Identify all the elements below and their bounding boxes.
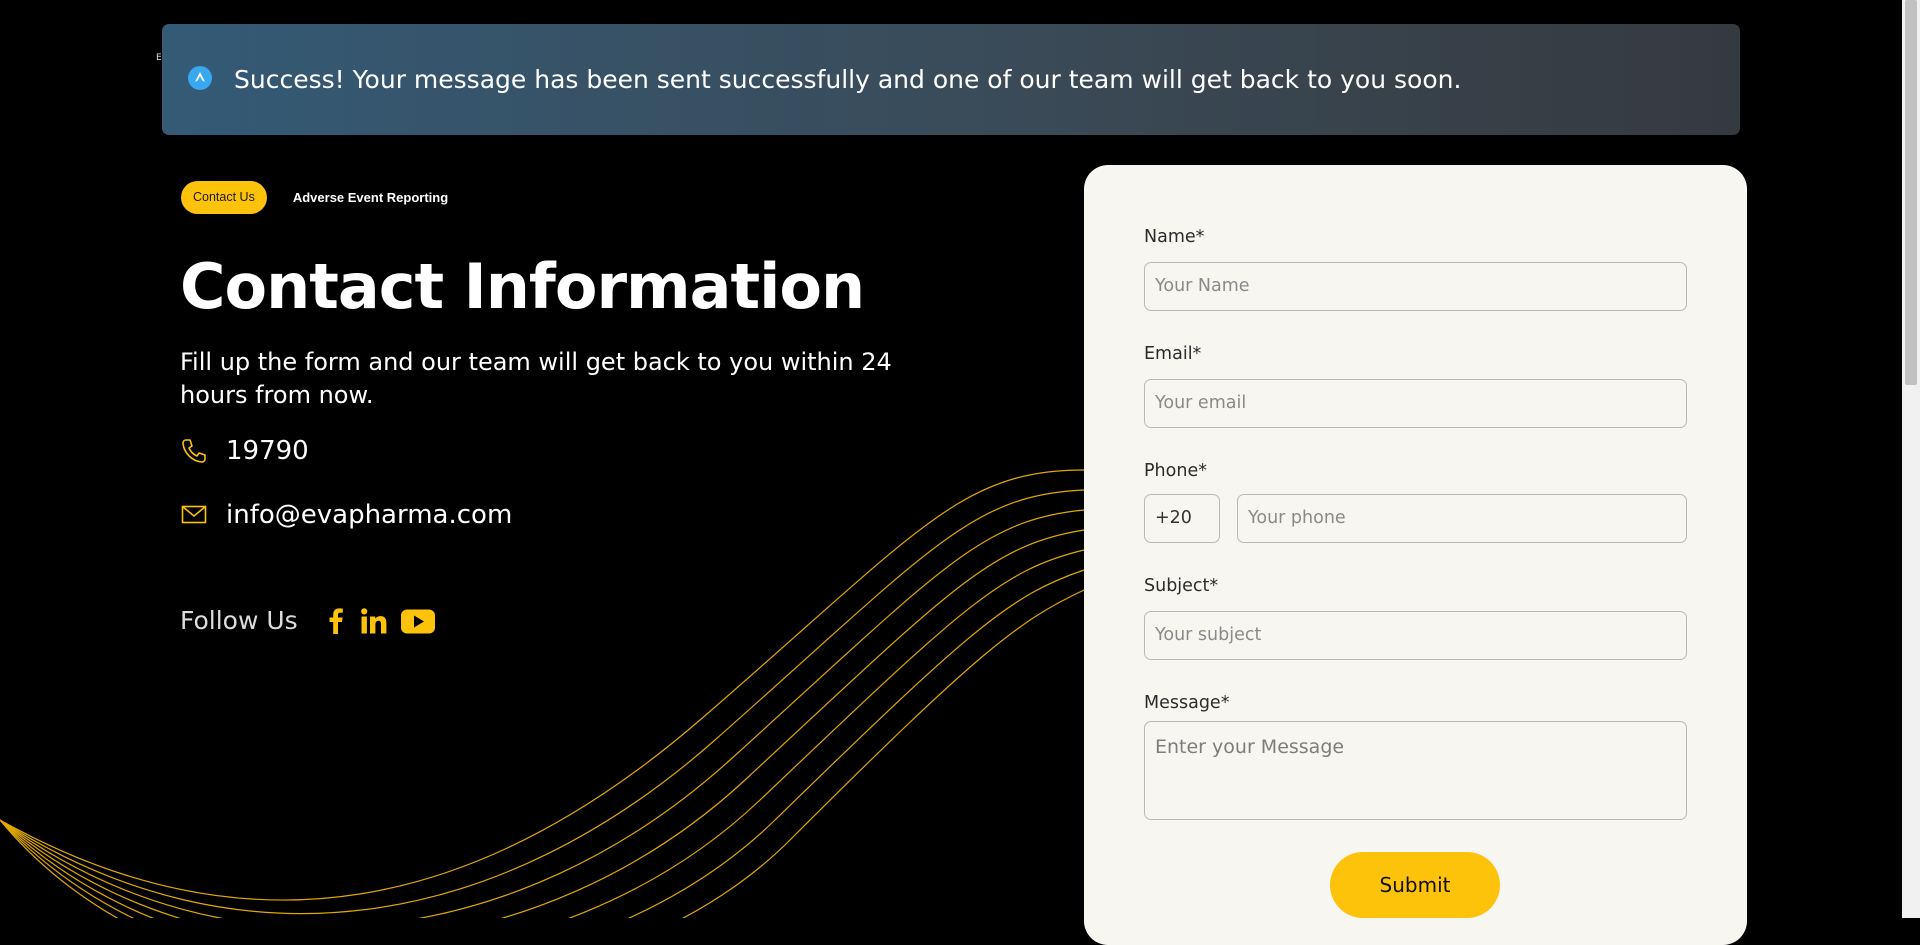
tiny-mark: E <box>156 53 162 63</box>
youtube-icon[interactable] <box>400 607 436 635</box>
subject-input[interactable]: Your subject <box>1144 611 1687 660</box>
follow-us: Follow Us <box>180 606 436 635</box>
email-label: Email* <box>1144 344 1202 364</box>
page-title: Contact Information <box>180 250 865 323</box>
scrollbar-thumb[interactable] <box>1905 0 1917 385</box>
phone-input[interactable]: Your phone <box>1237 494 1687 543</box>
message-label: Message* <box>1144 693 1230 713</box>
follow-label: Follow Us <box>180 606 298 635</box>
country-code-select[interactable]: +20 <box>1144 494 1220 543</box>
name-label: Name* <box>1144 227 1205 247</box>
info-icon <box>188 65 212 90</box>
phone-number: 19790 <box>226 436 309 466</box>
phone-label: Phone* <box>1144 461 1207 481</box>
email-address: info@evapharma.com <box>226 500 513 530</box>
linkedin-icon[interactable] <box>360 607 388 635</box>
page-scrollbar[interactable] <box>1902 0 1920 918</box>
message-textarea[interactable]: Enter your Message <box>1144 721 1687 820</box>
email-info[interactable]: info@evapharma.com <box>180 500 512 530</box>
tab-contact-us[interactable]: Contact Us <box>181 181 267 214</box>
phone-icon <box>182 439 206 463</box>
tab-adverse-event-reporting[interactable]: Adverse Event Reporting <box>293 190 448 205</box>
name-input[interactable]: Your Name <box>1144 262 1687 311</box>
alert-message: Success! Your message has been sent succ… <box>234 65 1462 94</box>
subject-label: Subject* <box>1144 576 1219 596</box>
contact-form: Name* Your Name Email* Your email Phone*… <box>1084 165 1747 945</box>
success-alert: Success! Your message has been sent succ… <box>162 24 1740 135</box>
contact-tabs: Contact Us Adverse Event Reporting <box>181 181 448 214</box>
mail-icon <box>181 505 207 524</box>
email-input[interactable]: Your email <box>1144 379 1687 428</box>
phone-info[interactable]: 19790 <box>180 436 309 466</box>
submit-button[interactable]: Submit <box>1330 852 1500 918</box>
facebook-icon[interactable] <box>328 607 344 635</box>
page-subtitle: Fill up the form and our team will get b… <box>180 348 892 409</box>
